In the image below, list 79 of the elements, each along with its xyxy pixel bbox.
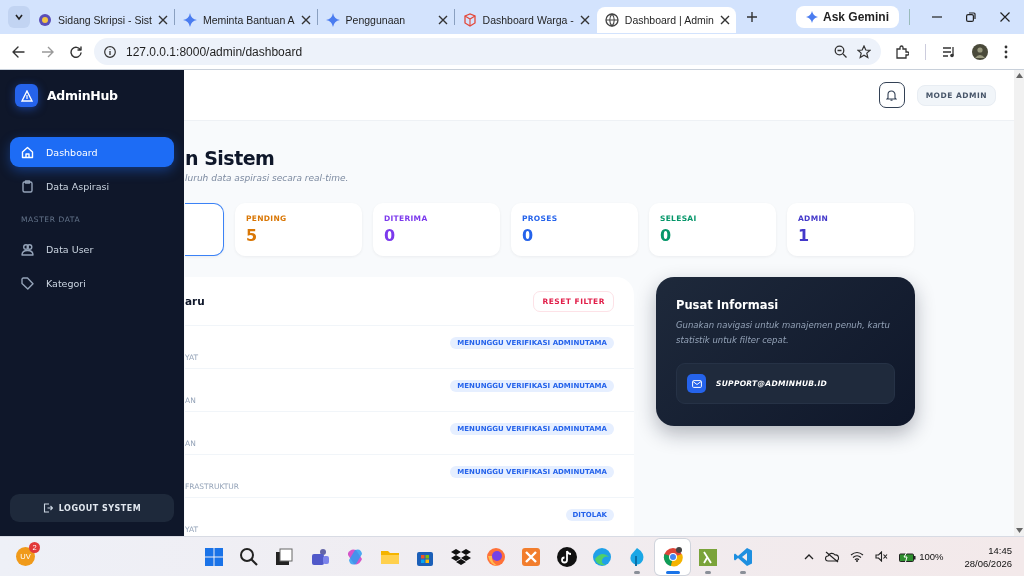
sparkle-icon	[805, 11, 818, 23]
battery-icon	[899, 551, 917, 562]
browser-tab[interactable]: Meminta Bantuan A	[174, 7, 317, 33]
plus-icon[interactable]	[745, 11, 758, 23]
users-icon	[21, 242, 34, 256]
search-icon[interactable]	[238, 546, 259, 567]
browser-tab[interactable]: Dashboard Warga -	[454, 7, 596, 33]
fox-icon[interactable]	[486, 546, 506, 567]
reload-icon[interactable]	[70, 45, 82, 58]
lambda-icon[interactable]	[697, 546, 718, 567]
scroll-up-icon[interactable]	[1015, 73, 1023, 78]
bell-icon	[886, 89, 898, 101]
envelope-icon	[691, 379, 702, 388]
globe-icon	[38, 13, 52, 27]
forward-icon[interactable]	[41, 45, 54, 58]
sidebar-item[interactable]: Kategori	[10, 268, 174, 298]
task-view-icon[interactable]	[274, 546, 295, 567]
close-icon[interactable]	[157, 15, 168, 25]
sparkle-icon	[325, 13, 340, 27]
battery-status[interactable]: 100%	[899, 551, 944, 562]
logout-button[interactable]: LOGOUT SYSTEM	[10, 494, 174, 522]
puzzle-icon[interactable]	[895, 44, 909, 59]
stat-value: 1	[798, 226, 811, 245]
zoom-icon[interactable]	[834, 45, 847, 58]
avatar-icon[interactable]	[972, 43, 988, 60]
globe-icon	[604, 13, 619, 27]
sidebar-item[interactable]: Data User	[10, 234, 174, 264]
page-subtitle: luruh data aspirasi secara real-time.	[185, 173, 350, 183]
address-bar[interactable]: 127.0.0.1:8000/admin/dashboard	[94, 38, 881, 65]
tag-icon	[21, 276, 34, 290]
stat-value: 5	[246, 226, 259, 245]
restore-icon[interactable]	[966, 12, 976, 22]
table-title: aru	[185, 295, 205, 307]
close-icon[interactable]	[1000, 12, 1010, 22]
notification-button[interactable]	[878, 82, 905, 108]
box-icon[interactable]	[450, 546, 471, 567]
code-icon[interactable]	[733, 546, 754, 567]
people-icon[interactable]	[309, 546, 330, 567]
note-icon[interactable]	[556, 546, 577, 567]
stat-value: 0	[660, 226, 673, 245]
logout-icon	[42, 503, 53, 513]
triangle-icon	[20, 89, 33, 102]
scrollbar[interactable]	[1014, 70, 1024, 536]
speaker-muted-icon[interactable]	[875, 551, 889, 562]
sidebar-item[interactable]: Data Aspirasi	[10, 171, 174, 201]
close-icon[interactable]	[437, 15, 448, 25]
cloud-off-icon[interactable]	[825, 550, 840, 563]
star-icon[interactable]	[857, 44, 871, 59]
stat-value: 0	[522, 226, 535, 245]
sparkle-icon	[182, 13, 197, 27]
wifi-icon[interactable]	[850, 551, 865, 562]
clipboard-icon	[21, 179, 34, 193]
close-icon[interactable]	[579, 15, 590, 25]
cube-icon	[462, 13, 477, 27]
page-title: n Sistem	[185, 147, 276, 169]
scroll-down-icon[interactable]	[1015, 528, 1023, 533]
home-icon	[21, 145, 34, 159]
browser-tab[interactable]: Penggunaan	[317, 7, 454, 33]
browser-tab[interactable]: Dashboard | Admin	[596, 7, 736, 33]
ask-gemini-button[interactable]: Ask Gemini	[795, 6, 899, 28]
cross-icon[interactable]	[521, 546, 542, 567]
clock[interactable]: 14:45 28/06/2026	[964, 543, 1012, 570]
media-icon[interactable]	[942, 45, 956, 58]
chrome-icon[interactable]	[662, 546, 683, 567]
close-icon[interactable]	[719, 15, 730, 25]
stat-card[interactable]	[185, 203, 224, 256]
browser-tab[interactable]: Sidang Skripsi - Sist	[30, 7, 174, 33]
info-text: Gunakan navigasi untuk manajemen penuh, kartu statistik untuk filter cepat.	[676, 319, 891, 347]
brand-name: AdminHub	[47, 88, 118, 103]
more-icon[interactable]	[1004, 44, 1008, 59]
sidebar-item[interactable]: Dashboard	[10, 137, 174, 167]
windows-icon[interactable]	[203, 546, 224, 567]
chevron-down-icon[interactable]	[14, 12, 24, 22]
back-icon[interactable]	[12, 45, 25, 58]
stat-value: 0	[384, 226, 397, 245]
info-icon[interactable]	[104, 45, 116, 58]
chevron-up-icon[interactable]	[804, 553, 815, 560]
info-title: Pusat Informasi	[676, 298, 780, 312]
close-icon[interactable]	[300, 15, 311, 25]
